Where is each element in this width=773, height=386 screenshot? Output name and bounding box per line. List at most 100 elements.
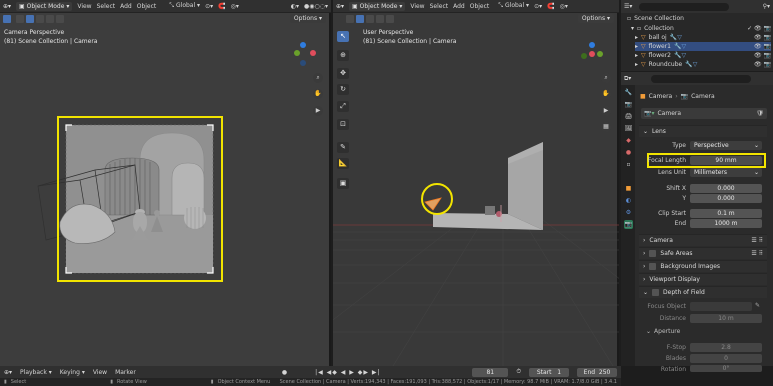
mesh-icon: ▽: [641, 34, 646, 41]
playback-menu[interactable]: Playback ▾: [20, 369, 52, 376]
clock-icon[interactable]: ⏱: [516, 368, 521, 376]
list-icon[interactable]: ☰ ⠿: [751, 237, 763, 244]
keying-menu[interactable]: Keying ▾: [60, 369, 85, 376]
mouse-right-icon: ▮: [210, 379, 214, 385]
shift-y-field[interactable]: 0.000: [690, 194, 762, 203]
camera-panel-header[interactable]: › Camera ☰ ⠿: [639, 234, 767, 246]
datablock-selector[interactable]: 📷▾ Camera 🛡: [641, 108, 767, 119]
rotation-field[interactable]: 0°: [690, 365, 762, 372]
camera-data-tab-icon[interactable]: 📷: [624, 220, 633, 229]
outliner[interactable]: ☰▾ ⚲▾ ▫ Scene Collection ▾ ▫ Collection …: [621, 0, 773, 71]
tool-tab-icon[interactable]: 🔧: [624, 88, 633, 97]
current-frame-field[interactable]: 81: [472, 367, 509, 377]
camera-object-highlight: [421, 183, 453, 215]
output-tab-icon[interactable]: 🖨: [624, 112, 633, 121]
visibility-icons[interactable]: 👁 📷: [754, 52, 771, 59]
playback-controls[interactable]: |◀ ◀◆ ◀ ▶ ◆▶ ▶|: [315, 369, 381, 376]
fake-user-shield-icon[interactable]: 🛡: [756, 110, 764, 117]
record-icon[interactable]: ●: [282, 369, 287, 376]
filter-icon[interactable]: ⚲▾: [763, 3, 770, 10]
safe-areas-panel-header[interactable]: › Safe Areas ☰ ⠿: [639, 247, 767, 259]
properties-header: ⧉▾: [621, 72, 773, 85]
left-viewport[interactable]: ⊕▾ ▣ Object Mode ▾ View Select Add Objec…: [0, 0, 331, 366]
outliner-type-icon[interactable]: ☰▾: [624, 3, 632, 10]
focal-length-field[interactable]: 90 mm: [690, 156, 762, 165]
visibility-icons[interactable]: ✓ 👁 📷: [747, 25, 771, 32]
blades-field[interactable]: 0: [690, 354, 762, 363]
physics-tab-icon[interactable]: ◐: [624, 196, 633, 205]
modifier-icon: 🔧▽: [685, 61, 698, 68]
properties-type-icon[interactable]: ⧉▾: [624, 75, 631, 83]
list-icon[interactable]: ☰ ⠿: [751, 250, 763, 257]
mesh-icon: ▽: [641, 61, 646, 68]
camera-data-icon: 📷: [680, 93, 689, 100]
render-tab-icon[interactable]: 📷: [624, 100, 633, 109]
chevron-right-icon: ›: [643, 276, 646, 283]
lens-panel-header[interactable]: ⌄ Lens: [639, 125, 767, 137]
search-field[interactable]: [639, 2, 730, 11]
viewport-display-panel-header[interactable]: › Viewport Display: [639, 273, 767, 285]
distance-label: Distance: [659, 315, 686, 322]
object-tab-icon[interactable]: ■: [624, 184, 633, 193]
end-frame-field[interactable]: End 250: [577, 367, 617, 377]
marker-menu[interactable]: Marker: [115, 369, 136, 376]
modifier-icon: 🔧▽: [669, 34, 682, 41]
scene-collection-icon: ▫: [627, 15, 632, 22]
focus-object-field[interactable]: [690, 302, 752, 311]
camera-frame-highlight: [57, 116, 223, 282]
chevron-down-icon: ⌄: [643, 289, 649, 296]
shift-x-label: Shift X: [666, 185, 686, 192]
background-images-panel-header[interactable]: › Background Images: [639, 260, 767, 272]
scene-tab-icon[interactable]: ◆: [624, 136, 633, 145]
outliner-scene-collection[interactable]: ▫ Scene Collection: [627, 14, 684, 23]
clip-end-label: End: [674, 220, 686, 227]
mouse-middle-icon: ▮: [110, 379, 113, 385]
safe-areas-checkbox[interactable]: [649, 250, 657, 257]
right-viewport[interactable]: ⊕▾ ▣ Object Mode ▾ View Select Add Objec…: [333, 0, 619, 366]
mesh-icon: ▽: [641, 52, 646, 59]
collection-tab-icon[interactable]: ▫: [624, 160, 633, 169]
properties-search[interactable]: [651, 74, 752, 83]
expand-icon[interactable]: ▸: [635, 61, 638, 68]
lens-unit-dropdown[interactable]: Millimeters ⌄: [690, 168, 762, 177]
camera-object-icon: ■: [640, 93, 646, 100]
outliner-item-flower2[interactable]: ▸ ▽ flower2 🔧▽ 👁 📷: [635, 51, 771, 60]
visibility-icons[interactable]: 👁 📷: [754, 61, 771, 68]
focal-length-label: Focal Length: [647, 157, 686, 164]
outliner-item-roundcube[interactable]: ▸ ▽ Roundcube 🔧▽ 👁 📷: [635, 60, 771, 69]
expand-icon[interactable]: ▾: [631, 25, 634, 32]
expand-icon[interactable]: ▸: [635, 34, 638, 41]
type-dropdown[interactable]: Perspective ⌄: [690, 141, 762, 150]
fstop-field[interactable]: 2.8: [690, 343, 762, 352]
eyedropper-icon[interactable]: ✎: [755, 302, 760, 309]
aperture-subpanel-header[interactable]: ⌄ Aperture: [646, 328, 680, 335]
mouse-left-icon: ▮: [4, 379, 7, 385]
status-bar: ▮ Select ▮ Rotate View ▮ Object Context …: [0, 378, 621, 386]
start-frame-field[interactable]: Start 1: [529, 367, 569, 377]
depth-of-field-checkbox[interactable]: [652, 289, 660, 296]
visibility-icons[interactable]: 👁 📷: [754, 43, 771, 50]
outliner-item-ball[interactable]: ▸ ▽ ball oj 🔧▽ 👁 📷: [635, 33, 771, 42]
view-layer-tab-icon[interactable]: 🖼: [624, 124, 633, 133]
visibility-icons[interactable]: 👁 📷: [754, 34, 771, 41]
view-menu[interactable]: View: [93, 369, 107, 376]
expand-icon[interactable]: ▸: [635, 52, 638, 59]
distance-field[interactable]: 10 m: [690, 314, 762, 323]
properties-breadcrumb: ■ Camera › 📷 Camera: [640, 93, 715, 100]
expand-icon[interactable]: ▸: [635, 43, 638, 50]
outliner-item-flower1[interactable]: ▸ ▽ flower1 🔧▽ 👁 📷: [635, 42, 771, 51]
world-tab-icon[interactable]: ●: [624, 148, 633, 157]
chevron-down-icon: ⌄: [646, 328, 652, 335]
lens-unit-label: Lens Unit: [658, 169, 686, 176]
background-images-checkbox[interactable]: [649, 263, 657, 270]
clip-start-field[interactable]: 0.1 m: [690, 209, 762, 218]
clip-end-field[interactable]: 1000 m: [690, 219, 762, 228]
depth-of-field-panel-header[interactable]: ⌄ Depth of Field: [639, 286, 767, 298]
shift-x-field[interactable]: 0.000: [690, 184, 762, 193]
shift-y-label: Y: [682, 195, 686, 202]
editor-type-icon[interactable]: ⊕▾: [4, 369, 12, 376]
clip-start-label: Clip Start: [658, 210, 686, 217]
constraints-tab-icon[interactable]: ⚙: [624, 208, 633, 217]
outliner-collection[interactable]: ▾ ▫ Collection ✓ 👁 📷: [631, 24, 771, 33]
fstop-label: F-Stop: [666, 344, 686, 351]
